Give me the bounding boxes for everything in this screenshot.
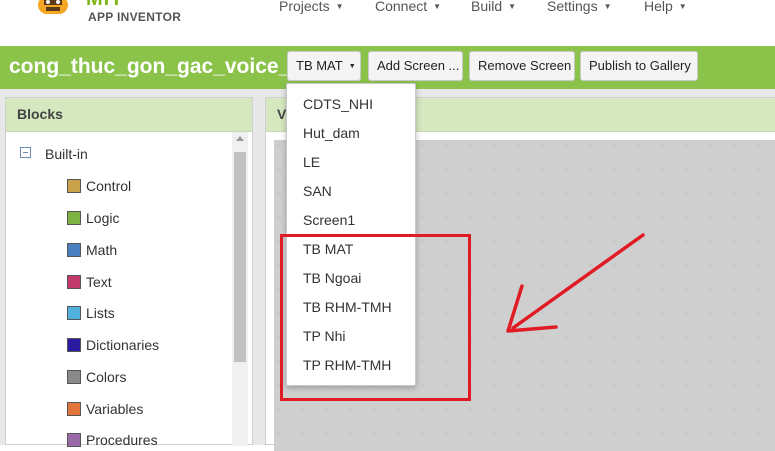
block-drawer-text[interactable]: Text bbox=[67, 274, 112, 290]
chevron-down-icon: ▼ bbox=[508, 2, 517, 11]
logo-bee-icon bbox=[38, 0, 68, 14]
text-color-swatch bbox=[67, 275, 81, 289]
screen-option-le[interactable]: LE bbox=[303, 154, 320, 170]
block-drawer-label: Variables bbox=[86, 401, 144, 417]
top-navigation-bar: MIT APP INVENTOR Projects ▼ Connect ▼ Buil… bbox=[0, 0, 775, 46]
nav-projects-label: Projects bbox=[279, 0, 330, 14]
control-color-swatch bbox=[67, 179, 81, 193]
blocks-panel: Blocks Built-in Control Logic Math Text … bbox=[5, 97, 253, 448]
block-drawer-procedures[interactable]: Procedures bbox=[67, 432, 158, 448]
block-drawer-control[interactable]: Control bbox=[67, 178, 131, 194]
chevron-down-icon: ▼ bbox=[678, 2, 687, 11]
project-title: cong_thuc_gon_gac_voice_1 bbox=[9, 55, 302, 78]
colors-color-swatch bbox=[67, 370, 81, 384]
app-inventor-logo[interactable]: MIT APP INVENTOR bbox=[32, 0, 182, 30]
screen-option-san[interactable]: SAN bbox=[303, 183, 332, 199]
add-screen-button[interactable]: Add Screen ... bbox=[368, 51, 463, 81]
block-drawer-label: Control bbox=[86, 178, 132, 194]
screen-select-label: TB MAT bbox=[296, 58, 343, 73]
chevron-down-icon: ▼ bbox=[603, 2, 612, 11]
nav-help-menu[interactable]: Help ▼ bbox=[644, 0, 687, 14]
block-drawer-label: Dictionaries bbox=[86, 337, 160, 353]
nav-build-label: Build bbox=[471, 0, 503, 14]
block-drawer-math[interactable]: Math bbox=[67, 242, 117, 258]
block-drawer-label: Math bbox=[86, 242, 118, 258]
dictionaries-color-swatch bbox=[67, 338, 81, 352]
blocks-scrollbar[interactable] bbox=[232, 132, 248, 446]
collapse-icon[interactable] bbox=[20, 147, 31, 158]
nav-projects-menu[interactable]: Projects ▼ bbox=[279, 0, 344, 14]
chevron-down-icon: ▼ bbox=[348, 63, 356, 70]
block-drawer-label: Logic bbox=[86, 210, 120, 226]
nav-settings-label: Settings bbox=[547, 0, 598, 14]
remove-screen-button[interactable]: Remove Screen bbox=[469, 51, 575, 81]
block-drawer-colors[interactable]: Colors bbox=[67, 369, 126, 385]
publish-to-gallery-button[interactable]: Publish to Gallery bbox=[580, 51, 698, 81]
screen-option-hut-dam[interactable]: Hut_dam bbox=[303, 125, 360, 141]
block-drawer-lists[interactable]: Lists bbox=[67, 305, 115, 321]
block-drawer-variables[interactable]: Variables bbox=[67, 401, 143, 417]
scroll-thumb[interactable] bbox=[234, 152, 246, 362]
block-drawer-logic[interactable]: Logic bbox=[67, 210, 119, 226]
screen-option-cdts-nhi[interactable]: CDTS_NHI bbox=[303, 96, 373, 112]
lists-color-swatch bbox=[67, 306, 81, 320]
blocks-tree: Built-in Control Logic Math Text Lists D… bbox=[6, 132, 232, 448]
blocks-panel-title: Blocks bbox=[6, 98, 252, 132]
logo-app-inventor-text: APP INVENTOR bbox=[88, 10, 182, 24]
nav-build-menu[interactable]: Build ▼ bbox=[471, 0, 516, 14]
nav-connect-menu[interactable]: Connect ▼ bbox=[375, 0, 441, 14]
nav-help-label: Help bbox=[644, 0, 673, 14]
logic-color-swatch bbox=[67, 211, 81, 225]
nav-connect-label: Connect bbox=[375, 0, 428, 14]
screen-select-button[interactable]: TB MAT ▼ bbox=[287, 51, 361, 81]
variables-color-swatch bbox=[67, 402, 81, 416]
builtin-tree-node[interactable]: Built-in bbox=[20, 146, 88, 162]
screen-option-screen1[interactable]: Screen1 bbox=[303, 212, 355, 228]
nav-settings-menu[interactable]: Settings ▼ bbox=[547, 0, 612, 14]
block-drawer-dictionaries[interactable]: Dictionaries bbox=[67, 337, 159, 353]
builtin-label: Built-in bbox=[45, 146, 88, 162]
block-drawer-label: Colors bbox=[86, 369, 127, 385]
block-drawer-label: Lists bbox=[86, 305, 115, 321]
scroll-up-arrow-icon[interactable] bbox=[236, 136, 244, 141]
block-drawer-label: Procedures bbox=[86, 432, 158, 448]
chevron-down-icon: ▼ bbox=[335, 2, 344, 11]
chevron-down-icon: ▼ bbox=[433, 2, 442, 11]
math-color-swatch bbox=[67, 243, 81, 257]
annotation-red-box bbox=[280, 234, 471, 401]
block-drawer-label: Text bbox=[86, 274, 112, 290]
